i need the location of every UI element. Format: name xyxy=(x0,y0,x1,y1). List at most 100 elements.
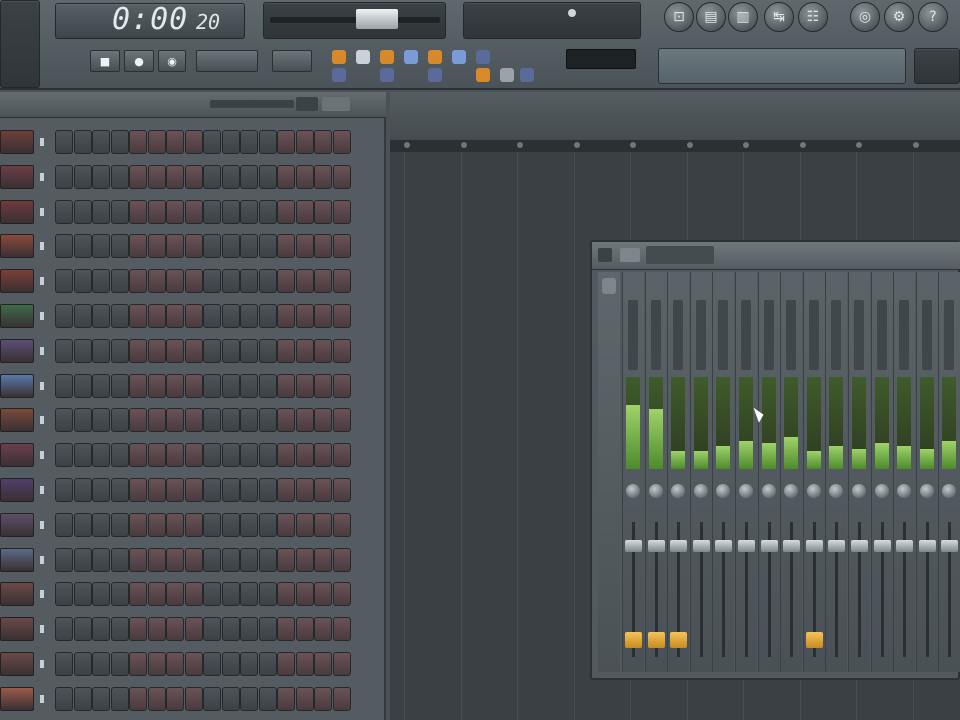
pan-knob[interactable] xyxy=(693,484,708,498)
step-button[interactable] xyxy=(184,269,203,294)
step-button[interactable] xyxy=(295,443,314,468)
step-button[interactable] xyxy=(203,130,221,154)
step-button[interactable] xyxy=(110,582,129,607)
step-button[interactable] xyxy=(55,304,73,328)
step-button[interactable] xyxy=(184,408,203,433)
channel-select-led[interactable] xyxy=(40,694,44,703)
step-button[interactable] xyxy=(221,373,240,398)
volume-fader[interactable] xyxy=(941,540,959,552)
step-button[interactable] xyxy=(73,304,92,328)
step-button[interactable] xyxy=(92,478,110,502)
master-volume-thumb[interactable] xyxy=(356,9,398,29)
step-button[interactable] xyxy=(332,130,351,154)
step-button[interactable] xyxy=(277,130,295,154)
step-button[interactable] xyxy=(277,164,295,189)
step-button[interactable] xyxy=(258,617,277,642)
step-button[interactable] xyxy=(147,512,166,537)
step-button[interactable] xyxy=(221,408,240,433)
step-button[interactable] xyxy=(277,478,295,502)
midi-icon[interactable] xyxy=(500,68,514,82)
step-button[interactable] xyxy=(55,443,73,468)
step-button[interactable] xyxy=(240,652,258,676)
mixer-strip[interactable] xyxy=(644,272,667,672)
step-button[interactable] xyxy=(240,130,258,154)
volume-fader[interactable] xyxy=(692,540,710,552)
step-button[interactable] xyxy=(110,478,129,502)
step-button[interactable] xyxy=(73,512,92,537)
step-button[interactable] xyxy=(73,443,92,468)
step-button[interactable] xyxy=(258,686,277,711)
step-button[interactable] xyxy=(147,373,166,398)
step-button[interactable] xyxy=(55,269,73,294)
step-button[interactable] xyxy=(55,408,73,433)
pan-knob[interactable] xyxy=(716,484,731,498)
step-button[interactable] xyxy=(129,408,147,433)
channel-select-led[interactable] xyxy=(40,486,44,494)
step-button[interactable] xyxy=(92,199,110,224)
step-button[interactable] xyxy=(314,338,332,363)
step-button[interactable] xyxy=(92,130,110,154)
step-button[interactable] xyxy=(110,130,129,154)
step-button[interactable] xyxy=(295,304,314,328)
channel-select-led[interactable] xyxy=(40,381,44,390)
channel-button[interactable] xyxy=(0,617,34,642)
step-button[interactable] xyxy=(203,164,221,189)
step-button[interactable] xyxy=(332,512,351,537)
step-button[interactable] xyxy=(258,443,277,468)
step-button[interactable] xyxy=(258,547,277,572)
step-button[interactable] xyxy=(295,130,314,154)
loop-record-icon[interactable] xyxy=(452,50,466,64)
step-button[interactable] xyxy=(110,304,129,328)
step-button[interactable] xyxy=(110,164,129,189)
step-button[interactable] xyxy=(240,547,258,572)
step-button[interactable] xyxy=(295,617,314,642)
loop-icon[interactable]: ◉ xyxy=(158,50,186,72)
step-button[interactable] xyxy=(314,443,332,468)
step-button[interactable] xyxy=(314,373,332,398)
channel-button[interactable] xyxy=(0,338,34,363)
step-button[interactable] xyxy=(314,512,332,537)
step-button[interactable] xyxy=(73,373,92,398)
step-button[interactable] xyxy=(314,304,332,328)
step-button[interactable] xyxy=(92,582,110,607)
step-button[interactable] xyxy=(147,582,166,607)
step-button[interactable] xyxy=(203,512,221,537)
step-button[interactable] xyxy=(295,652,314,676)
step-button[interactable] xyxy=(73,547,92,572)
step-button[interactable] xyxy=(258,582,277,607)
step-button[interactable] xyxy=(203,547,221,572)
volume-fader[interactable] xyxy=(873,540,891,552)
pan-knob[interactable] xyxy=(806,484,821,498)
volume-fader[interactable] xyxy=(625,540,642,552)
mixer-strip[interactable] xyxy=(757,272,780,672)
step-button[interactable] xyxy=(166,234,184,259)
mixer-strip[interactable] xyxy=(667,272,690,672)
step-button[interactable] xyxy=(55,199,73,224)
channel-button[interactable] xyxy=(0,582,34,607)
step-button[interactable] xyxy=(240,512,258,537)
step-button[interactable] xyxy=(147,443,166,468)
channel-button[interactable] xyxy=(0,130,34,154)
step-edit-icon[interactable] xyxy=(380,50,394,64)
step-button[interactable] xyxy=(258,269,277,294)
step-button[interactable] xyxy=(221,582,240,607)
step-button[interactable] xyxy=(147,408,166,433)
route-send-button[interactable] xyxy=(647,632,665,648)
step-button[interactable] xyxy=(277,304,295,328)
step-button[interactable] xyxy=(258,199,277,224)
step-button[interactable] xyxy=(295,478,314,502)
blend-icon[interactable] xyxy=(332,68,346,82)
step-button[interactable] xyxy=(277,373,295,398)
step-button[interactable] xyxy=(92,443,110,468)
step-button[interactable] xyxy=(166,512,184,537)
step-button[interactable] xyxy=(277,408,295,433)
snap-icon[interactable]: ⊡ xyxy=(664,2,694,32)
step-button[interactable] xyxy=(110,338,129,363)
step-button[interactable] xyxy=(203,234,221,259)
step-button[interactable] xyxy=(110,512,129,537)
step-button[interactable] xyxy=(221,478,240,502)
channel-select-led[interactable] xyxy=(40,138,44,146)
step-button[interactable] xyxy=(73,582,92,607)
step-button[interactable] xyxy=(295,269,314,294)
volume-fader[interactable] xyxy=(783,540,801,552)
